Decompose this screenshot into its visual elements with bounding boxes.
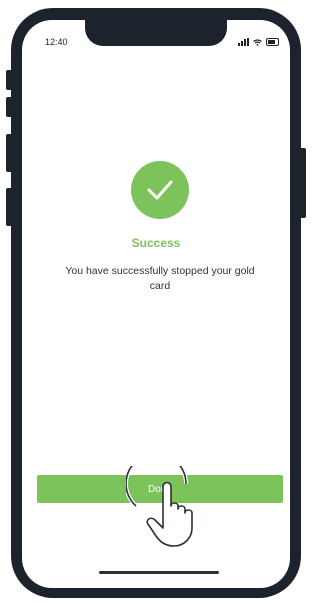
- signal-icon: [238, 38, 249, 46]
- side-button-volume-down: [6, 134, 12, 172]
- phone-notch: [85, 20, 227, 46]
- success-check-badge: [131, 161, 189, 219]
- side-button-power: [300, 148, 306, 218]
- side-button-volume-up: [6, 97, 12, 117]
- success-title: Success: [131, 236, 181, 250]
- success-message: You have successfully stopped your gold …: [65, 265, 255, 292]
- side-button-extra: [6, 188, 12, 226]
- status-time: 12:40: [45, 37, 68, 47]
- side-button-silent: [6, 70, 12, 90]
- status-icons: [238, 37, 279, 47]
- check-icon: [147, 180, 173, 200]
- wifi-icon: [253, 38, 262, 46]
- home-indicator[interactable]: [99, 571, 219, 574]
- battery-icon: [266, 38, 279, 46]
- tap-hand-icon: [126, 466, 193, 547]
